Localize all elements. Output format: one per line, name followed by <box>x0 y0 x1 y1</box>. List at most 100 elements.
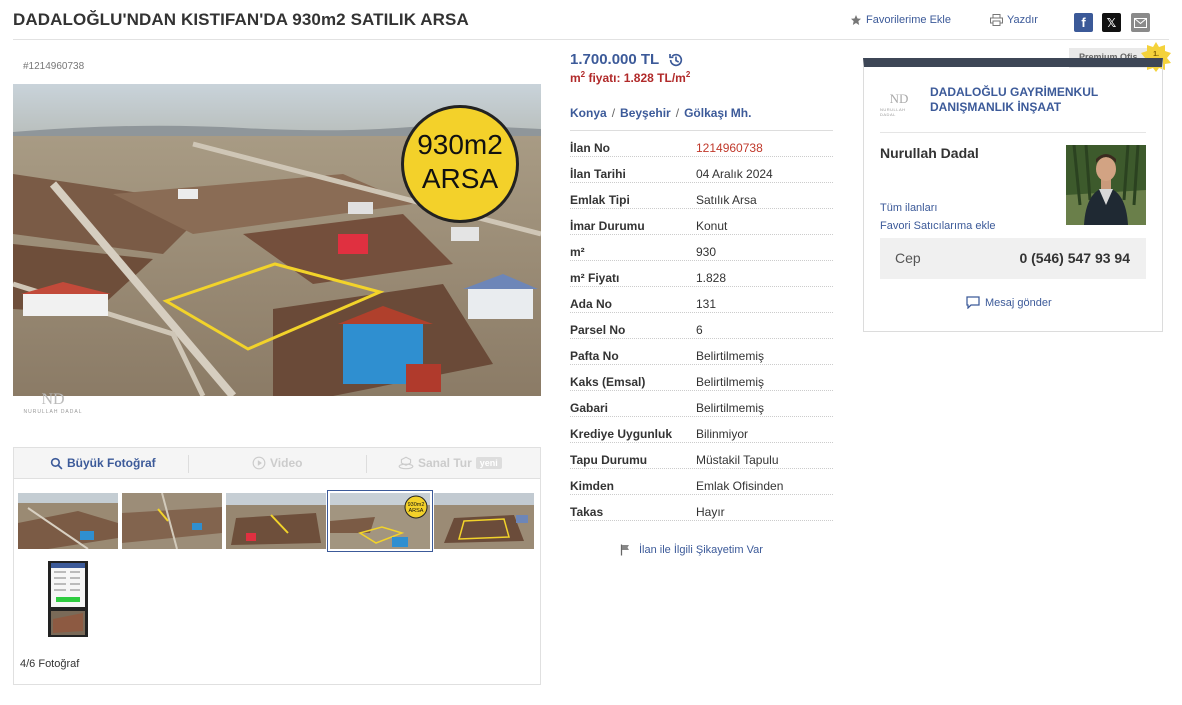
detail-row: Takas Hayır <box>570 495 833 521</box>
location-city[interactable]: Konya <box>570 106 607 120</box>
new-badge: yeni <box>475 457 502 469</box>
detail-row: Krediye Uygunluk Bilinmiyor <box>570 417 833 443</box>
add-to-favorites-button[interactable]: Favorilerime Ekle <box>850 14 951 26</box>
tab-divider <box>188 455 189 473</box>
main-photo[interactable]: 930m2 ARSA <box>13 84 541 396</box>
report-listing-link[interactable]: İlan ile İlgili Şikayetim Var <box>620 544 763 556</box>
thumbnail-6[interactable] <box>48 561 88 637</box>
detail-label: Pafta No <box>570 349 619 363</box>
detail-value: Konut <box>696 219 728 233</box>
detail-label: Tapu Durumu <box>570 453 648 467</box>
favorite-seller-link[interactable]: Favori Satıcılarıma ekle <box>880 220 996 232</box>
virtual-tour-label: Sanal Tur <box>418 456 472 470</box>
photo-area-badge-line2: ARSA <box>422 163 499 194</box>
agency-logo[interactable]: ND NURULLAH DADAL <box>880 89 918 119</box>
gallery-tabs: Büyük Fotoğraf Video Sanal Tur yeni <box>14 448 540 479</box>
detail-row: Parsel No 6 <box>570 313 833 339</box>
detail-label: Emlak Tipi <box>570 193 630 207</box>
magnifier-icon <box>50 457 63 469</box>
phone-box: Cep 0 (546) 547 93 94 <box>880 238 1146 279</box>
classified-id: #1214960738 <box>23 61 85 72</box>
watermark-text: NURULLAH DADAL <box>23 409 83 415</box>
unit-price-sup2: 2 <box>685 70 691 79</box>
detail-row: İmar Durumu Konut <box>570 209 833 235</box>
seller-avatar <box>1066 145 1146 225</box>
detail-row: Pafta No Belirtilmemiş <box>570 339 833 365</box>
detail-value: Bilinmiyor <box>696 427 749 441</box>
agency-name-link[interactable]: DADALOĞLU GAYRİMENKUL DANIŞMANLIK İNŞAAT <box>930 85 1120 115</box>
detail-value: 6 <box>696 323 703 337</box>
detail-value: Satılık Arsa <box>696 193 757 207</box>
detail-value: 1.828 <box>696 271 727 285</box>
detail-value: Müstakil Tapulu <box>696 453 779 467</box>
detail-label: m² Fiyatı <box>570 271 620 285</box>
location-breadcrumb: Konya / Beyşehir / Gölkaşı Mh. <box>570 106 751 120</box>
detail-label: Kimden <box>570 479 615 493</box>
detail-value: Emlak Ofisinden <box>696 479 784 493</box>
detail-row: Kimden Emlak Ofisinden <box>570 469 833 495</box>
card-divider <box>880 132 1146 133</box>
add-to-favorites-label: Favorilerime Ekle <box>866 14 951 26</box>
facebook-share-button[interactable]: f <box>1074 13 1093 32</box>
detail-row: İlan No 1214960738 <box>570 131 833 157</box>
play-icon <box>252 456 266 470</box>
detail-value: Hayır <box>696 505 725 519</box>
printer-icon <box>990 14 1003 26</box>
detail-row: Emlak Tipi Satılık Arsa <box>570 183 833 209</box>
mail-share-button[interactable] <box>1131 13 1150 32</box>
thumbnail-3[interactable] <box>226 493 326 549</box>
detail-row: Gabari Belirtilmemiş <box>570 391 833 417</box>
price: 1.700.000 TL <box>570 51 684 68</box>
detail-label: Krediye Uygunluk <box>570 427 673 441</box>
photo-area-badge-line1: 930m2 <box>417 129 503 160</box>
x-share-button[interactable]: 𝕏 <box>1102 13 1121 32</box>
detail-label: Kaks (Emsal) <box>570 375 646 389</box>
page-title: DADALOĞLU'NDAN KISTIFAN'DA 930m2 SATILIK… <box>13 10 469 29</box>
thumbnail-4[interactable]: 930m2 ARSA <box>327 490 433 552</box>
gallery-box: Büyük Fotoğraf Video Sanal Tur yeni 930m… <box>13 447 541 685</box>
detail-value: 131 <box>696 297 717 311</box>
send-message-label: Mesaj gönder <box>985 296 1052 309</box>
phone-number[interactable]: 0 (546) 547 93 94 <box>1019 250 1130 266</box>
detail-value: 04 Aralık 2024 <box>696 167 773 181</box>
seller-name: Nurullah Dadal <box>880 145 979 161</box>
agency-logo-text: NURULLAH DADAL <box>880 107 906 117</box>
detail-label: İmar Durumu <box>570 219 645 233</box>
x-icon: 𝕏 <box>1106 15 1117 30</box>
large-photo-label: Büyük Fotoğraf <box>67 456 156 470</box>
location-neighborhood[interactable]: Gölkaşı Mh. <box>684 106 751 120</box>
aerial-land-photo: 930m2 ARSA <box>13 84 541 396</box>
breadcrumb-separator: / <box>611 106 616 120</box>
detail-row: Ada No 131 <box>570 287 833 313</box>
tab-divider <box>366 455 367 473</box>
thumbnail-5[interactable] <box>434 493 534 549</box>
unit-price-text: fiyatı: 1.828 TL/m <box>585 71 686 85</box>
location-district[interactable]: Beyşehir <box>620 106 671 120</box>
report-listing-label: İlan ile İlgili Şikayetim Var <box>639 544 763 556</box>
detail-value: Belirtilmemiş <box>696 375 765 389</box>
detail-label: Ada No <box>570 297 612 311</box>
price-history-icon[interactable] <box>668 52 684 68</box>
virtual-tour-icon <box>398 456 414 470</box>
year-badge-number: 1. <box>1153 51 1159 58</box>
print-button[interactable]: Yazdır <box>990 14 1038 26</box>
phone-label: Cep <box>895 250 921 266</box>
watermark-monogram: ND <box>41 391 65 408</box>
send-message-button[interactable]: Mesaj gönder <box>966 296 1052 309</box>
detail-value: 1214960738 <box>696 141 763 155</box>
flag-icon <box>620 544 629 556</box>
detail-label: Takas <box>570 505 604 519</box>
unit-price: m2 fiyatı: 1.828 TL/m2 <box>570 70 690 85</box>
thumbnail-1[interactable] <box>18 493 118 549</box>
thumbnail-2[interactable] <box>122 493 222 549</box>
large-photo-tab[interactable]: Büyük Fotoğraf <box>50 456 156 470</box>
star-icon <box>851 15 861 25</box>
detail-row: Tapu Durumu Müstakil Tapulu <box>570 443 833 469</box>
all-listings-link[interactable]: Tüm ilanları <box>880 202 937 214</box>
detail-value: Belirtilmemiş <box>696 401 765 415</box>
thumb-area-badge-line2: ARSA <box>409 508 424 514</box>
detail-label: İlan Tarihi <box>570 167 626 181</box>
photo-watermark-logo: ND NURULLAH DADAL <box>22 385 84 421</box>
unit-price-prefix: m <box>570 71 581 85</box>
agency-logo-monogram: ND <box>889 91 909 106</box>
